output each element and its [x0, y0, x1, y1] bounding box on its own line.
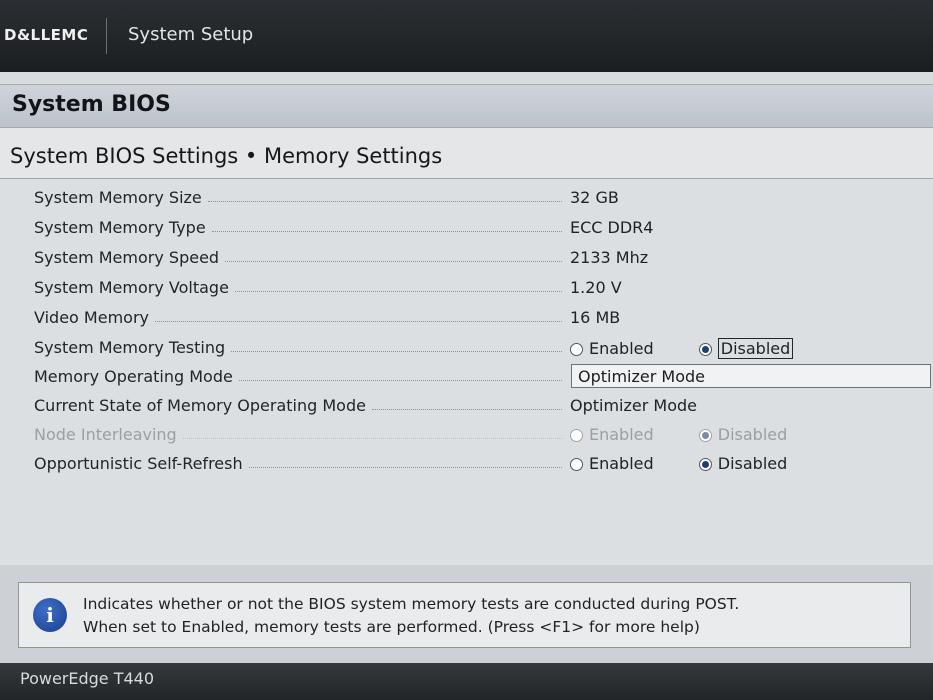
help-area: i Indicates whether or not the BIOS syst… [0, 565, 933, 663]
leader-dots [225, 260, 562, 262]
row-system-memory-voltage: System Memory Voltage 1.20 V [0, 274, 933, 304]
self-refresh-disabled-radio[interactable]: Disabled [698, 454, 787, 473]
dell-emc-logo: D&LLEMC [4, 26, 89, 44]
node-interleaving-enabled-radio: Enabled [570, 425, 654, 444]
row-system-memory-type: System Memory Type ECC DDR4 [0, 214, 933, 244]
setting-value: ECC DDR4 [570, 218, 654, 237]
memory-testing-enabled-radio[interactable]: Enabled [570, 339, 654, 358]
leader-dots [231, 350, 562, 352]
focused-option-label: Disabled [717, 338, 794, 359]
setting-value: 32 GB [570, 188, 619, 207]
setting-label: Memory Operating Mode [34, 367, 233, 386]
setting-value: Optimizer Mode [570, 396, 697, 415]
leader-dots [248, 466, 562, 468]
page-title: System BIOS Settings • Memory Settings [10, 144, 443, 168]
help-line-2: When set to Enabled, memory tests are pe… [83, 618, 700, 636]
radio-empty-icon [570, 429, 583, 442]
radio-selected-icon [698, 458, 712, 471]
setting-value: 2133 Mhz [570, 248, 649, 267]
setting-value: 16 MB [570, 308, 621, 327]
page-header: System BIOS Settings • Memory Settings [0, 128, 933, 179]
radio-empty-icon [570, 343, 583, 356]
help-box: i Indicates whether or not the BIOS syst… [18, 582, 911, 648]
leader-dots [234, 290, 562, 292]
self-refresh-enabled-radio[interactable]: Enabled [570, 454, 654, 473]
row-node-interleaving: Node Interleaving Enabled Disabled [0, 421, 933, 451]
node-interleaving-disabled-radio: Disabled [698, 425, 787, 444]
leader-dots [182, 437, 562, 439]
radio-selected-icon [698, 429, 712, 442]
row-video-memory: Video Memory 16 MB [0, 304, 933, 334]
radio-selected-icon [698, 343, 712, 356]
header-divider [106, 18, 107, 54]
help-line-1: Indicates whether or not the BIOS system… [83, 595, 740, 613]
setting-label: System Memory Speed [34, 248, 220, 267]
memory-testing-disabled-radio[interactable]: Disabled [698, 338, 794, 359]
leader-dots [211, 230, 562, 232]
setting-label: System Memory Type [34, 218, 206, 237]
setting-label: Opportunistic Self-Refresh [34, 454, 243, 473]
row-current-state-memory-operating-mode: Current State of Memory Operating Mode O… [0, 392, 933, 422]
settings-panel: System Memory Size 32 GB System Memory T… [0, 179, 933, 565]
setting-label: System Memory Voltage [34, 278, 229, 297]
leader-dots [238, 379, 562, 381]
top-header: D&LLEMC System Setup [0, 0, 933, 72]
footer-bar: PowerEdge T440 [0, 663, 933, 700]
row-system-memory-speed: System Memory Speed 2133 Mhz [0, 244, 933, 274]
setting-label: Current State of Memory Operating Mode [34, 396, 366, 415]
setting-label: System Memory Size [34, 188, 202, 207]
app-title: System Setup [128, 24, 254, 45]
leader-dots [371, 408, 562, 410]
leader-dots [207, 200, 562, 202]
row-opportunistic-self-refresh: Opportunistic Self-Refresh Enabled Disab… [0, 450, 933, 480]
section-header: System BIOS [0, 84, 933, 128]
setting-label: System Memory Testing [34, 338, 226, 357]
section-title: System BIOS [12, 92, 171, 117]
radio-empty-icon [570, 458, 583, 471]
row-system-memory-size: System Memory Size 32 GB [0, 184, 933, 214]
help-text: Indicates whether or not the BIOS system… [83, 593, 739, 639]
leader-dots [154, 320, 562, 322]
row-memory-operating-mode: Memory Operating Mode Optimizer Mode [0, 363, 933, 393]
row-system-memory-testing: System Memory Testing Enabled Disabled [0, 334, 933, 364]
info-icon: i [33, 598, 67, 632]
setting-value: 1.20 V [570, 278, 622, 297]
memory-operating-mode-select[interactable]: Optimizer Mode [571, 364, 931, 388]
setting-label: Video Memory [34, 308, 149, 327]
setting-label: Node Interleaving [34, 425, 177, 444]
server-model: PowerEdge T440 [20, 669, 155, 688]
